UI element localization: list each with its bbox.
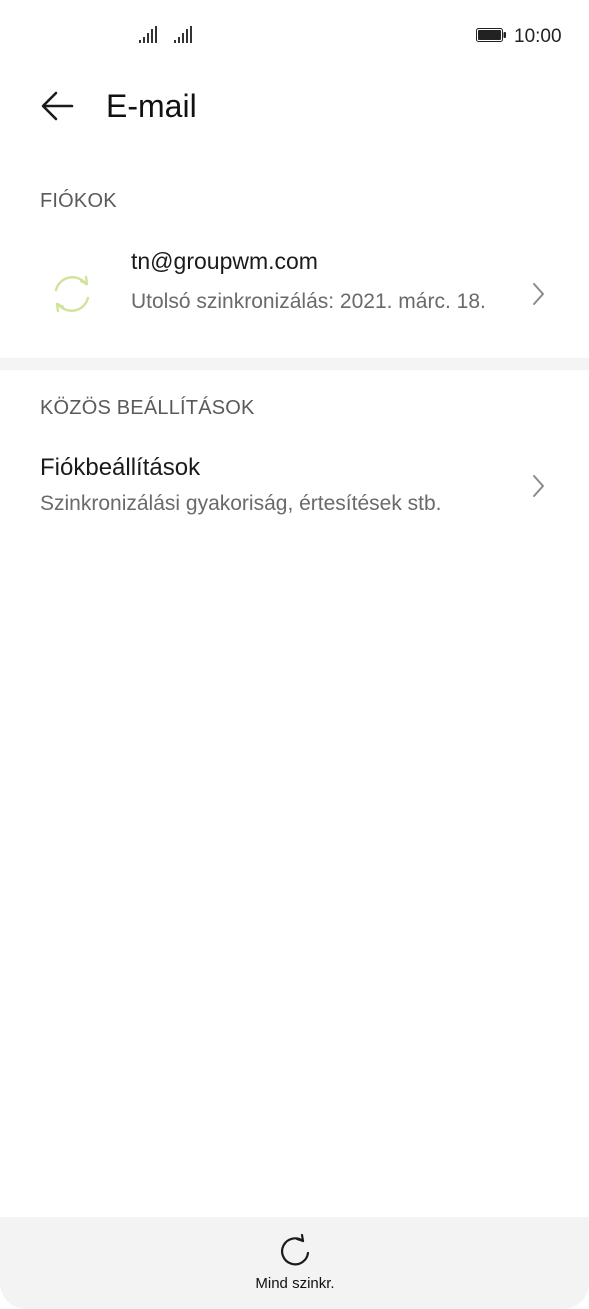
sync-icon [54, 275, 90, 313]
app-bar: E-mail [0, 72, 589, 142]
sync-all-button[interactable]: Mind szinkr. [234, 1231, 356, 1301]
chevron-right-icon [533, 475, 544, 497]
back-button[interactable] [36, 86, 80, 126]
signal-icon [174, 26, 192, 43]
section-divider [0, 358, 589, 370]
account-item[interactable]: tn@groupwm.com Utolsó szinkronizálás: 20… [0, 236, 589, 352]
section-label-accounts: FIÓKOK [40, 190, 117, 212]
account-email: tn@groupwm.com [131, 248, 318, 274]
section-label-common-settings: KÖZÖS BEÁLLÍTÁSOK [40, 397, 255, 419]
account-settings-item[interactable]: Fiókbeállítások Szinkronizálási gyakoris… [0, 448, 589, 528]
chevron-right-icon [533, 283, 544, 305]
status-time: 10:00 [514, 26, 562, 47]
back-arrow-icon [41, 91, 74, 121]
battery-icon [476, 28, 506, 42]
account-settings-subtitle: Szinkronizálási gyakoriság, értesítések … [40, 492, 442, 515]
bottom-toolbar: Mind szinkr. [0, 1217, 589, 1309]
refresh-icon [281, 1233, 310, 1266]
account-last-sync: Utolsó szinkronizálás: 2021. márc. 18. [131, 290, 486, 313]
account-settings-title: Fiókbeállítások [40, 454, 201, 481]
page-title: E-mail [106, 88, 197, 124]
sync-all-label: Mind szinkr. [255, 1275, 335, 1292]
signal-icon [139, 26, 157, 43]
status-bar: 10:00 [0, 0, 589, 72]
